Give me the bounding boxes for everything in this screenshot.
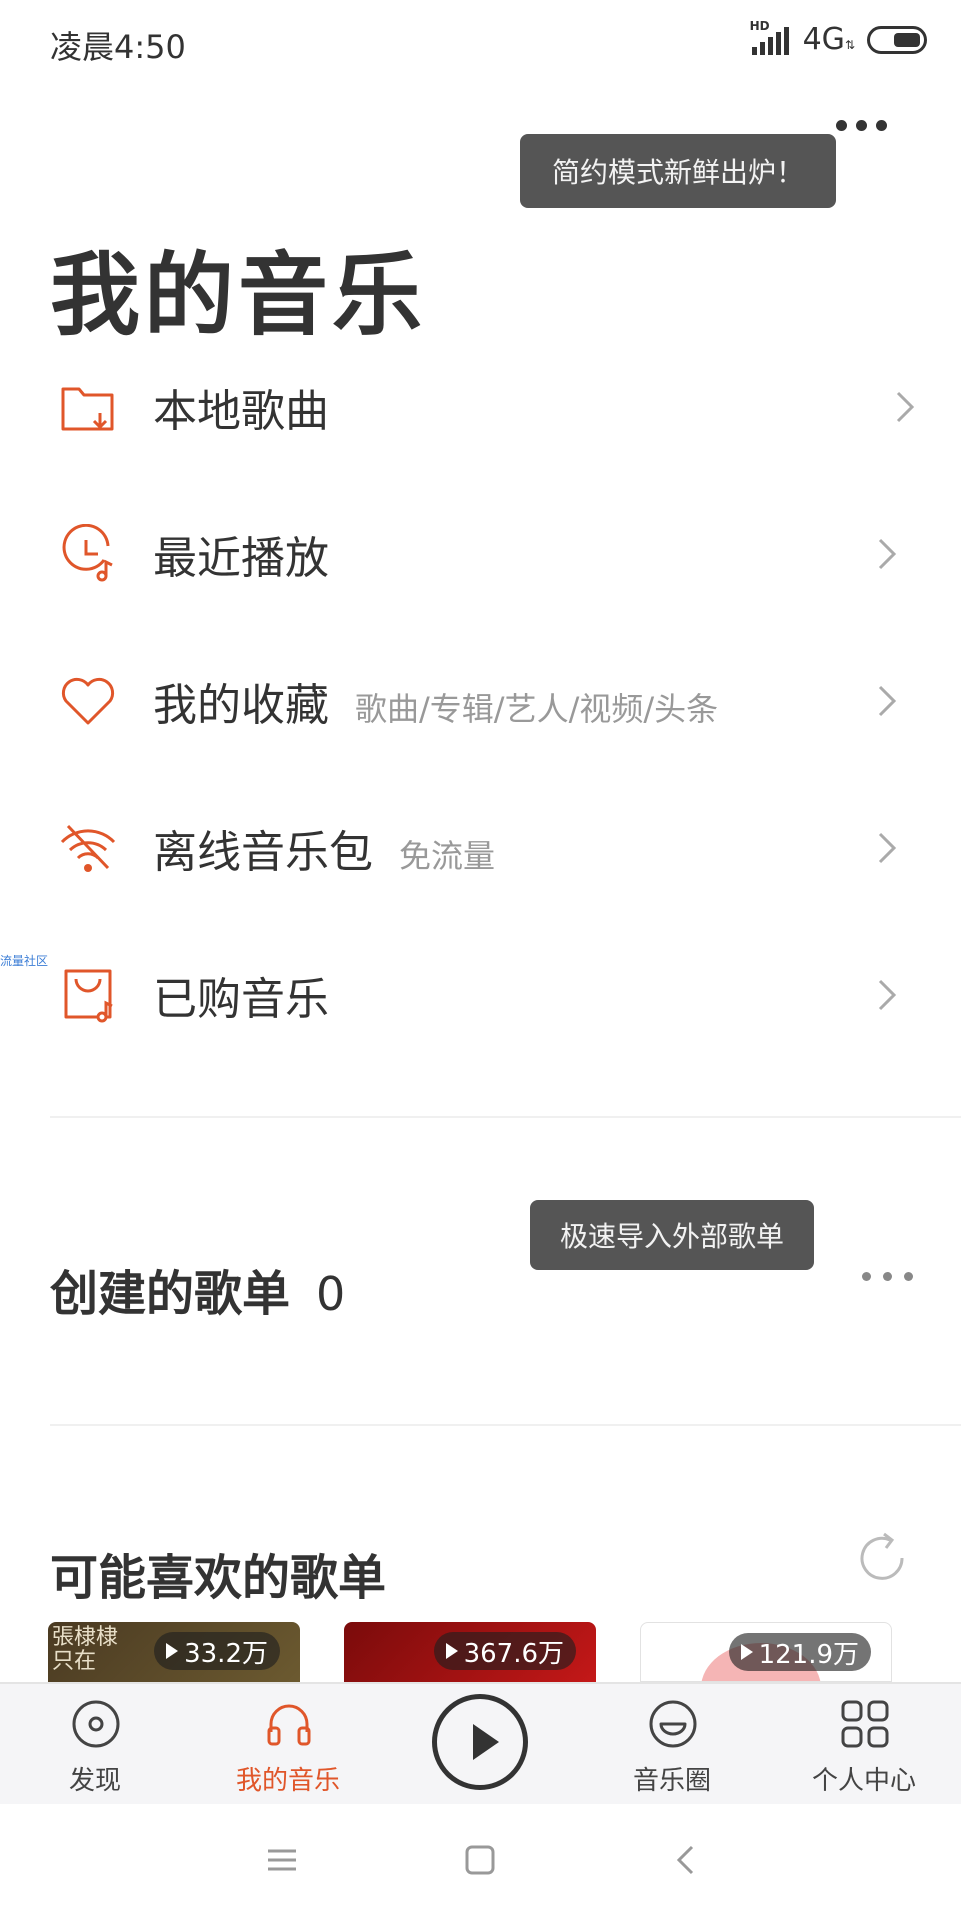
page-title: 我的音乐	[50, 243, 426, 348]
tab-my-music[interactable]: 我的音乐	[213, 1684, 363, 1804]
tab-discover[interactable]: 发现	[20, 1684, 170, 1804]
play-count-badge: 121.9万	[728, 1633, 871, 1671]
menu-label: 离线音乐包 免流量	[153, 827, 496, 878]
chevron-right-icon	[896, 391, 915, 423]
menu-purchased[interactable]: 已购音乐	[0, 922, 961, 1068]
more-dots-icon	[862, 1272, 871, 1281]
recommended-playlists-title: 可能喜欢的歌单	[50, 1550, 387, 1606]
wifi-offline-icon	[60, 824, 116, 872]
tab-label: 我的音乐	[235, 1766, 340, 1796]
folder-download-icon	[61, 387, 114, 431]
playlist-cover-text: 張棣棣 只在	[52, 1625, 119, 1674]
smile-face-icon	[649, 1700, 697, 1748]
play-count-badge: 33.2万	[154, 1632, 280, 1670]
menu-favorites[interactable]: 我的收藏 歌曲/专辑/艺人/视频/头条	[0, 628, 961, 774]
tab-label: 发现	[68, 1766, 121, 1796]
menu-label: 已购音乐	[153, 974, 329, 1025]
status-icons: HD 4G⇅	[750, 19, 927, 57]
play-icon	[445, 1643, 458, 1659]
grid-icon	[841, 1700, 889, 1748]
playlist-card[interactable]: 張棣棣 只在 33.2万	[48, 1622, 300, 1682]
tab-music-circle[interactable]: 音乐圈	[597, 1684, 747, 1804]
menu-offline-package[interactable]: 离线音乐包 免流量	[0, 775, 961, 921]
tab-personal-center[interactable]: 个人中心	[789, 1684, 939, 1804]
menu-icon[interactable]	[266, 1844, 298, 1876]
play-count-badge: 367.6万	[433, 1632, 576, 1670]
bag-music-icon	[64, 969, 113, 1023]
headphones-icon	[267, 1704, 311, 1746]
status-time: 凌晨4:50	[50, 28, 186, 66]
clock-music-icon	[62, 524, 113, 582]
menu-recent-plays[interactable]: 最近播放	[0, 481, 961, 627]
chevron-right-icon	[878, 538, 897, 570]
play-icon	[166, 1643, 179, 1659]
home-square-icon[interactable]	[464, 1844, 496, 1876]
playlist-card[interactable]: 367.6万	[344, 1622, 596, 1682]
chevron-right-icon	[878, 979, 897, 1011]
created-playlists-count: 0	[316, 1267, 346, 1321]
bottom-tab-bar: 发现 我的音乐 音乐圈 个人中心	[0, 1682, 961, 1804]
menu-label: 我的收藏 歌曲/专辑/艺人/视频/头条	[153, 680, 719, 731]
side-community-label[interactable]: 流量社区	[0, 952, 48, 969]
disc-icon	[72, 1700, 120, 1748]
chevron-right-icon	[878, 685, 897, 717]
more-dots-icon	[836, 120, 847, 131]
refresh-icon[interactable]	[854, 1530, 910, 1586]
more-options-button[interactable]	[836, 120, 887, 131]
menu-label: 最近播放	[153, 533, 329, 584]
hd-label: HD	[749, 18, 770, 33]
created-playlists-more-button[interactable]	[862, 1272, 913, 1281]
created-playlists-title[interactable]: 创建的歌单 0	[50, 1254, 345, 1324]
system-nav-bar	[0, 1804, 961, 1920]
menu-local-songs[interactable]: 本地歌曲	[0, 334, 961, 480]
chevron-right-icon	[878, 832, 897, 864]
heart-icon	[61, 677, 115, 725]
tab-label: 个人中心	[811, 1766, 916, 1796]
menu-label: 本地歌曲	[153, 386, 329, 437]
divider	[50, 1116, 961, 1118]
play-icon	[473, 1724, 499, 1760]
play-icon	[740, 1644, 753, 1660]
divider	[50, 1424, 961, 1426]
tab-label: 音乐圈	[632, 1766, 711, 1796]
status-bar: 凌晨4:50 HD 4G⇅	[0, 0, 961, 86]
battery-icon	[867, 25, 927, 54]
simple-mode-tooltip[interactable]: 简约模式新鲜出炉！	[520, 134, 836, 208]
playlist-card[interactable]: 121.9万	[640, 1622, 892, 1682]
back-icon[interactable]	[670, 1844, 702, 1876]
play-button[interactable]	[432, 1694, 528, 1790]
network-type: 4G⇅	[802, 22, 855, 57]
import-playlist-tooltip[interactable]: 极速导入外部歌单	[530, 1200, 814, 1270]
signal-icon: HD	[750, 19, 789, 55]
